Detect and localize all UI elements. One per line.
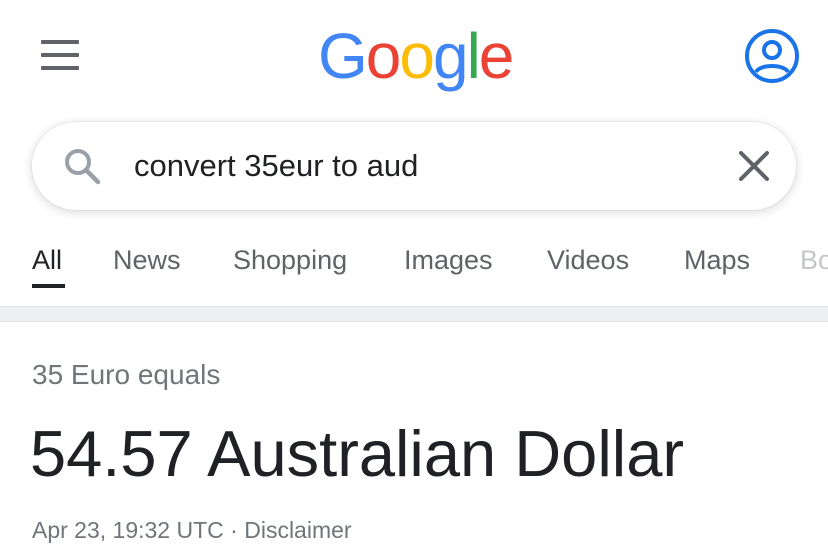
magnifier-icon[interactable]	[62, 146, 102, 186]
tab-shopping[interactable]: Shopping	[233, 242, 347, 278]
search-input[interactable]	[134, 144, 694, 188]
menu-button[interactable]	[36, 36, 84, 76]
disclaimer-link[interactable]: Disclaimer	[244, 517, 351, 543]
tab-maps[interactable]: Maps	[684, 242, 750, 278]
tab-images[interactable]: Images	[404, 242, 493, 278]
conversion-meta: Apr 23, 19:32 UTC · Disclaimer	[32, 514, 352, 546]
tab-books[interactable]: Bo	[800, 242, 828, 278]
menu-icon-line	[41, 53, 79, 57]
logo-letter: G	[318, 20, 368, 92]
conversion-timestamp: Apr 23, 19:32 UTC	[32, 517, 224, 543]
google-logo[interactable]: Google	[318, 20, 515, 92]
menu-icon-line	[41, 66, 79, 70]
logo-letter: l	[466, 20, 481, 92]
close-icon	[739, 151, 769, 181]
search-box	[32, 122, 796, 210]
section-divider	[0, 306, 828, 322]
logo-letter: o	[399, 20, 435, 92]
search-tabs: All News Shopping Images Videos Maps Bo	[0, 228, 828, 306]
active-tab-indicator	[32, 284, 65, 288]
top-bar: Google	[0, 0, 828, 112]
conversion-source-label: 35 Euro equals	[32, 359, 221, 390]
account-button[interactable]	[744, 28, 800, 84]
tab-videos[interactable]: Videos	[547, 242, 629, 278]
clear-search-button[interactable]	[734, 146, 774, 186]
conversion-result-value: 54.57 Australian Dollar	[30, 417, 684, 490]
account-circle-icon	[745, 29, 799, 83]
menu-icon-line	[41, 40, 79, 44]
meta-separator: ·	[230, 517, 238, 543]
tab-all[interactable]: All	[32, 242, 62, 278]
logo-letter: o	[365, 20, 402, 92]
tab-news[interactable]: News	[113, 242, 181, 278]
logo-letter: e	[478, 20, 515, 92]
logo-letter: g	[432, 20, 469, 92]
